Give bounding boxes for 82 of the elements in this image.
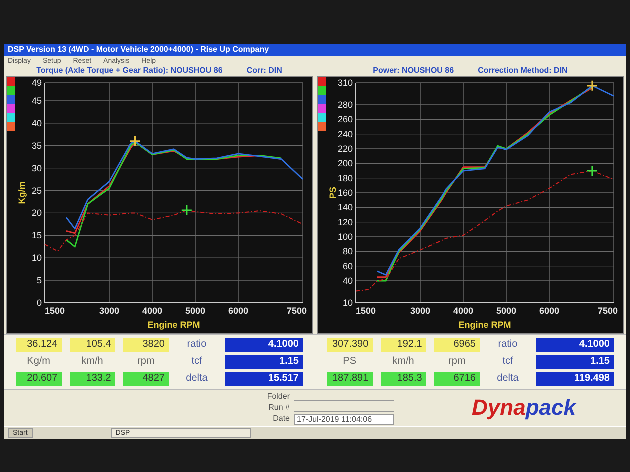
peak-value: 6965 bbox=[434, 338, 480, 352]
param-label: delta bbox=[496, 372, 520, 386]
param-label: delta bbox=[185, 372, 209, 386]
chart-heading: Corr: DIN bbox=[246, 67, 282, 75]
y-tick-label: 120 bbox=[338, 217, 353, 228]
y-tick-label: 10 bbox=[342, 298, 353, 308]
x-tick-label: 4000 bbox=[453, 306, 474, 316]
y-tick-label: 220 bbox=[338, 144, 353, 154]
peak-value: 20.607 bbox=[16, 372, 62, 386]
param-value: 15.517 bbox=[225, 372, 303, 386]
field-label: Folder bbox=[266, 393, 290, 401]
y-tick-label: 140 bbox=[338, 202, 353, 213]
peak-value: 36.124 bbox=[16, 338, 62, 352]
unit-label: km/h bbox=[80, 355, 104, 369]
param-value: 1.15 bbox=[225, 355, 303, 369]
y-tick-label: 15 bbox=[32, 230, 42, 241]
param-label: tcf bbox=[190, 355, 204, 369]
y-tick-label: 80 bbox=[342, 246, 353, 257]
x-axis-title: Engine RPM bbox=[148, 320, 200, 330]
y-tick-label: 260 bbox=[338, 114, 353, 125]
param-label: ratio bbox=[186, 338, 208, 352]
peak-value: 4827 bbox=[123, 372, 169, 386]
x-tick-label: 1500 bbox=[44, 306, 66, 316]
x-tick-label: 5000 bbox=[496, 306, 517, 316]
chart-heading: Torque (Axle Torque + Gear Ratio): NOUSHOU 86 bbox=[36, 67, 223, 75]
x-tick-label: 7500 bbox=[598, 306, 618, 316]
x-tick-label: 4000 bbox=[142, 306, 163, 316]
y-tick-label: 45 bbox=[32, 96, 42, 106]
y-tick-label: 240 bbox=[338, 129, 353, 140]
x-tick-label: 3000 bbox=[410, 306, 431, 316]
param-label: ratio bbox=[497, 338, 519, 352]
x-tick-label: 6000 bbox=[228, 306, 249, 316]
dynapack-logo: Dynapack bbox=[472, 397, 576, 419]
x-tick-label: 1500 bbox=[356, 306, 376, 316]
y-tick-label: 5 bbox=[36, 276, 42, 286]
y-tick-label: 200 bbox=[338, 158, 353, 169]
unit-label: Kg/m bbox=[26, 355, 52, 369]
field-label: Date bbox=[272, 415, 290, 423]
y-tick-label: 30 bbox=[32, 163, 42, 174]
chart-heading: Power: NOUSHOU 86 bbox=[373, 67, 454, 75]
window-title: DSP Version 13 (4WD - Motor Vehicle 2000+4000) - Rise Up Company bbox=[8, 46, 270, 54]
y-tick-label: 40 bbox=[342, 276, 353, 286]
date-field[interactable]: 17-Jul-2019 11:04:06 bbox=[294, 414, 394, 424]
y-tick-label: 160 bbox=[338, 188, 353, 198]
y-tick-label: 35 bbox=[32, 140, 42, 151]
unit-label: km/h bbox=[392, 355, 416, 369]
param-value: 4.1000 bbox=[536, 338, 614, 352]
unit-label: rpm bbox=[136, 355, 156, 369]
param-value: 119.498 bbox=[536, 372, 614, 386]
x-tick-label: 3000 bbox=[99, 306, 120, 316]
peak-value: 185.3 bbox=[380, 372, 426, 386]
x-tick-label: 5000 bbox=[185, 306, 206, 316]
param-value: 1.15 bbox=[536, 355, 614, 369]
y-tick-label: 20 bbox=[32, 208, 42, 218]
param-label: tcf bbox=[502, 355, 514, 369]
peak-value: 133.2 bbox=[70, 372, 116, 386]
x-axis-title: Engine RPM bbox=[458, 320, 512, 330]
peak-value: 105.4 bbox=[70, 338, 116, 352]
peak-value: 6716 bbox=[434, 372, 480, 386]
y-tick-label: 60 bbox=[342, 261, 353, 272]
y-tick-label: 10 bbox=[32, 253, 42, 264]
peak-value: 3820 bbox=[123, 338, 169, 352]
peak-value: 307.390 bbox=[327, 338, 373, 352]
chart-heading: Correction Method: DIN bbox=[478, 67, 568, 75]
y-tick-label: 310 bbox=[338, 78, 353, 88]
y-tick-label: 100 bbox=[338, 232, 353, 242]
peak-value: 192.1 bbox=[380, 338, 426, 352]
y-tick-label: 180 bbox=[338, 173, 353, 184]
y-axis-title: Kg/m bbox=[17, 182, 27, 204]
param-value: 4.1000 bbox=[225, 338, 303, 352]
y-tick-label: 25 bbox=[32, 186, 42, 196]
y-tick-label: 40 bbox=[32, 118, 42, 128]
x-tick-label: 7500 bbox=[286, 306, 308, 316]
unit-label: rpm bbox=[448, 355, 467, 369]
y-tick-label: 280 bbox=[338, 100, 353, 110]
peak-value: 187.891 bbox=[327, 372, 373, 386]
y-tick-label: 49 bbox=[32, 78, 42, 88]
unit-label: PS bbox=[342, 355, 358, 369]
field-label: Run # bbox=[268, 404, 290, 412]
x-tick-label: 6000 bbox=[539, 306, 560, 316]
y-axis-title: PS bbox=[328, 187, 338, 199]
y-tick-label: 0 bbox=[36, 298, 42, 308]
